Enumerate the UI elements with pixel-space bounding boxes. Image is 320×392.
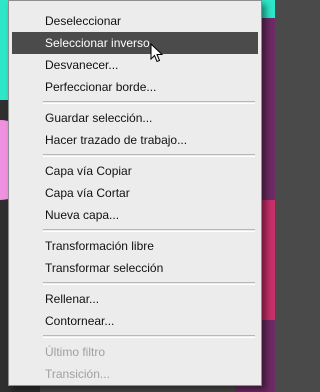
menu-item-ultimo-filtro: Último filtro	[45, 345, 106, 359]
menu-item-guardar-seleccion[interactable]: Guardar selección...	[12, 107, 258, 129]
menu-item-nueva-capa[interactable]: Nueva capa...	[12, 204, 258, 226]
mouse-pointer-icon	[150, 43, 164, 63]
menu-item-transformar-seleccion[interactable]: Transformar selección	[12, 257, 258, 279]
menu-item-seleccionar-inverso[interactable]: Seleccionar inverso	[12, 32, 258, 54]
menu-item-transicion: Transición...	[45, 367, 110, 381]
menu-item-perfeccionar-borde[interactable]: Perfeccionar borde...	[12, 76, 258, 98]
menu-item-capa-via-cortar[interactable]: Capa vía Cortar	[12, 182, 258, 204]
menu-separator	[43, 282, 255, 285]
menu-separator	[43, 154, 255, 157]
menu-item-capa-via-copiar[interactable]: Capa vía Copiar	[12, 160, 258, 182]
context-menu: Deseleccionar Seleccionar inverso Desvanec…	[8, 0, 262, 386]
menu-separator	[43, 335, 255, 338]
menu-item-hacer-trazado-de-trabajo[interactable]: Hacer trazado de trabajo...	[12, 129, 258, 151]
menu-item-rellenar[interactable]: Rellenar...	[12, 288, 258, 310]
menu-separator	[43, 229, 255, 232]
menu-item-transformacion-libre[interactable]: Transformación libre	[12, 235, 258, 257]
menu-item-desvanecer[interactable]: Desvanecer...	[12, 54, 258, 76]
menu-item-deseleccionar[interactable]: Deseleccionar	[12, 10, 258, 32]
menu-item-contornear[interactable]: Contornear...	[12, 310, 258, 332]
menu-separator	[43, 101, 255, 104]
